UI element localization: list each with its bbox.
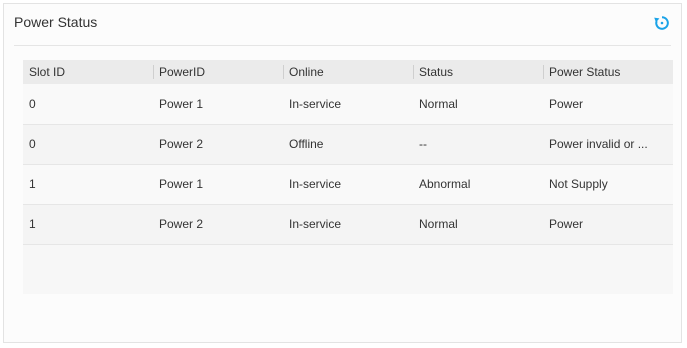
column-header-power-status[interactable]: Power Status <box>543 60 673 84</box>
table-row[interactable]: 0 Power 1 In-service Normal Power <box>23 84 673 124</box>
cell-online: In-service <box>289 177 342 191</box>
table-row[interactable]: 1 Power 2 In-service Normal Power <box>23 204 673 244</box>
cell-online: In-service <box>289 96 342 111</box>
cell-slot-id: 0 <box>29 137 36 151</box>
cell-status: -- <box>419 137 427 151</box>
table-row[interactable]: 0 Power 2 Offline -- Power invalid or ..… <box>23 124 673 164</box>
power-table-area: Slot ID PowerID Online Status Power Stat… <box>23 60 673 294</box>
table-row[interactable]: 1 Power 1 In-service Abnormal Not Supply <box>23 164 673 204</box>
cell-slot-id: 0 <box>29 96 36 111</box>
column-header-status[interactable]: Status <box>413 60 543 84</box>
cell-status: Normal <box>419 217 458 231</box>
refresh-icon[interactable] <box>653 14 671 32</box>
cell-status: Normal <box>419 96 458 111</box>
cell-power-id: Power 2 <box>159 217 204 231</box>
cell-power-id: Power 1 <box>159 96 204 111</box>
power-status-panel: Power Status Slot ID PowerID Online Stat… <box>3 3 682 343</box>
panel-title: Power Status <box>14 14 98 30</box>
cell-power-status: Not Supply <box>549 177 608 191</box>
cell-slot-id: 1 <box>29 177 36 191</box>
column-header-online[interactable]: Online <box>283 60 413 84</box>
column-header-power-id[interactable]: PowerID <box>153 60 283 84</box>
table-header-row: Slot ID PowerID Online Status Power Stat… <box>23 60 673 84</box>
cell-slot-id: 1 <box>29 217 36 231</box>
title-divider <box>14 45 671 46</box>
cell-online: In-service <box>289 217 342 231</box>
cell-power-status: Power invalid or ... <box>549 137 648 151</box>
cell-power-id: Power 1 <box>159 177 204 191</box>
cell-power-id: Power 2 <box>159 137 204 151</box>
cell-power-status: Power <box>549 217 584 231</box>
cell-online: Offline <box>289 137 324 151</box>
column-header-slot-id[interactable]: Slot ID <box>23 60 153 84</box>
cell-status: Abnormal <box>419 177 471 191</box>
cell-power-status: Power <box>549 96 584 111</box>
power-table: Slot ID PowerID Online Status Power Stat… <box>23 60 673 245</box>
